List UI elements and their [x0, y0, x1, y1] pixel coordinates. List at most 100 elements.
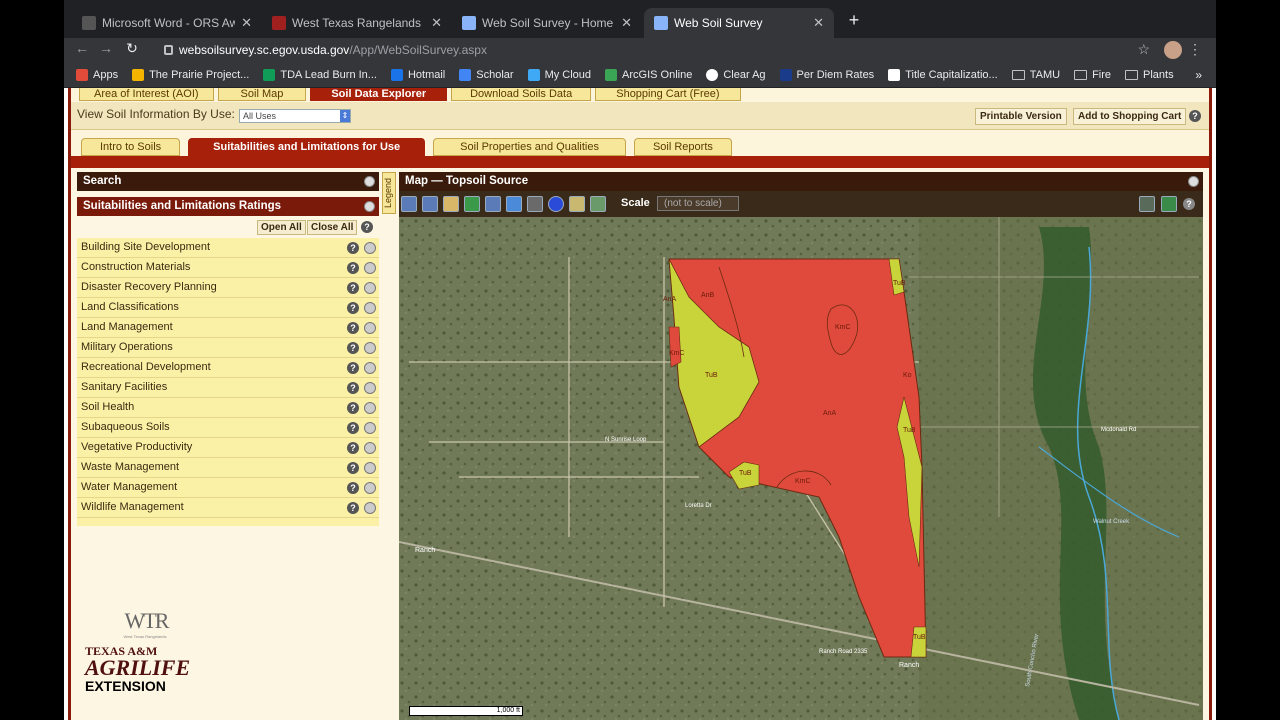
zoom-extent-icon[interactable]: [464, 196, 480, 212]
rating-category[interactable]: Waste Management?: [77, 458, 379, 478]
tab-intro-to-soils[interactable]: Intro to Soils: [81, 138, 181, 156]
bookmark-star-icon[interactable]: ☆: [1137, 41, 1150, 58]
previous-extent-icon[interactable]: [506, 196, 522, 212]
legend-tab[interactable]: Legend: [382, 172, 396, 214]
tab-soil-reports[interactable]: Soil Reports: [633, 138, 732, 156]
forward-icon[interactable]: →: [96, 40, 116, 56]
menu-kebab-icon[interactable]: ⋮: [1188, 41, 1202, 58]
zoom-in-icon[interactable]: [401, 196, 417, 212]
bookmark-fire[interactable]: Fire: [1074, 69, 1111, 81]
help-icon[interactable]: ?: [347, 282, 359, 294]
rating-category[interactable]: Sanitary Facilities?: [77, 378, 379, 398]
help-icon[interactable]: ?: [347, 322, 359, 334]
rating-category[interactable]: Water Management?: [77, 478, 379, 498]
zoom-out-icon[interactable]: [422, 196, 438, 212]
expand-icon[interactable]: [364, 462, 376, 474]
expand-icon[interactable]: [364, 442, 376, 454]
help-icon[interactable]: ?: [347, 382, 359, 394]
help-icon[interactable]: ?: [347, 422, 359, 434]
scale-select[interactable]: (not to scale): [657, 196, 739, 211]
aoi-icon[interactable]: [485, 196, 501, 212]
bookmark-title[interactable]: Title Capitalizatio...: [888, 68, 998, 81]
tab-download[interactable]: Download Soils Data: [451, 88, 592, 101]
close-icon[interactable]: ✕: [813, 15, 824, 31]
rating-category[interactable]: Soil Health?: [77, 398, 379, 418]
rating-category[interactable]: Construction Materials?: [77, 258, 379, 278]
bookmark-mycloud[interactable]: My Cloud: [527, 68, 591, 81]
close-icon[interactable]: ✕: [431, 15, 442, 31]
rating-category[interactable]: Subaqueous Soils?: [77, 418, 379, 438]
help-icon[interactable]: ?: [347, 362, 359, 374]
help-icon[interactable]: ?: [1183, 198, 1195, 210]
reload-icon[interactable]: ↻: [122, 40, 142, 57]
tab-aoi[interactable]: Area of Interest (AOI): [79, 88, 214, 101]
rating-category[interactable]: Disaster Recovery Planning?: [77, 278, 379, 298]
tab-wss-home[interactable]: Web Soil Survey - Home ✕: [452, 8, 642, 38]
ratings-header[interactable]: Suitabilities and Limitations Ratings: [77, 197, 379, 216]
next-extent-icon[interactable]: [527, 196, 543, 212]
help-icon[interactable]: ?: [347, 262, 359, 274]
expand-icon[interactable]: [364, 242, 376, 254]
help-icon[interactable]: ?: [347, 482, 359, 494]
rating-category[interactable]: Land Management?: [77, 318, 379, 338]
measure-icon[interactable]: [569, 196, 585, 212]
bookmark-clearag[interactable]: Clear Ag: [706, 68, 766, 81]
expand-icon[interactable]: [364, 402, 376, 414]
rating-category[interactable]: Recreational Development?: [77, 358, 379, 378]
help-icon[interactable]: ?: [347, 242, 359, 254]
expand-icon[interactable]: [364, 382, 376, 394]
tab-soil-properties[interactable]: Soil Properties and Qualities: [433, 138, 626, 156]
rating-category[interactable]: Building Site Development?: [77, 238, 379, 258]
open-all-button[interactable]: Open All: [257, 220, 306, 235]
bookmark-hotmail[interactable]: Hotmail: [390, 68, 445, 81]
close-icon[interactable]: ✕: [241, 15, 252, 31]
help-icon[interactable]: ?: [361, 221, 373, 233]
address-bar[interactable]: websoilsurvey.sc.egov.usda.gov/App/WebSo…: [164, 39, 1144, 61]
help-icon[interactable]: ?: [347, 462, 359, 474]
bookmark-apps[interactable]: Apps: [76, 68, 118, 81]
bookmark-plants[interactable]: Plants: [1125, 69, 1174, 81]
tab-suitabilities[interactable]: Suitabilities and Limitations for Use: [188, 138, 426, 156]
expand-icon[interactable]: [364, 342, 376, 354]
profile-avatar[interactable]: [1164, 41, 1182, 59]
help-icon[interactable]: ?: [347, 442, 359, 454]
collapse-icon[interactable]: [364, 201, 375, 212]
soil-poly-tub-se[interactable]: [910, 626, 927, 658]
search-header[interactable]: Search: [77, 172, 379, 191]
bookmark-perdiem[interactable]: Per Diem Rates: [779, 68, 874, 81]
aerial-map[interactable]: AnA AnB KmC KmC TuB AnA TuB KmC TuB TuB …: [399, 217, 1203, 720]
help-icon[interactable]: ?: [347, 342, 359, 354]
help-icon[interactable]: ?: [347, 302, 359, 314]
tab-wss[interactable]: Web Soil Survey ✕: [644, 8, 834, 38]
use-select[interactable]: All Uses ⇕: [239, 109, 351, 123]
bookmark-arcgis[interactable]: ArcGIS Online: [605, 68, 692, 81]
soil-poly-kmc-west[interactable]: [668, 326, 682, 368]
bookmark-tamu[interactable]: TAMU: [1011, 69, 1060, 81]
map-view[interactable]: AnA AnB KmC KmC TuB AnA TuB KmC TuB TuB …: [399, 217, 1203, 720]
back-icon[interactable]: ←: [72, 40, 92, 56]
expand-icon[interactable]: [364, 482, 376, 494]
help-icon[interactable]: ?: [347, 502, 359, 514]
bookmark-tda[interactable]: TDA Lead Burn In...: [263, 68, 377, 81]
tab-west-texas[interactable]: West Texas Rangelands | We h ✕: [262, 8, 452, 38]
pan-hand-icon[interactable]: [443, 196, 459, 212]
help-icon[interactable]: ?: [347, 402, 359, 414]
rating-category[interactable]: Wildlife Management?: [77, 498, 379, 518]
expand-icon[interactable]: [364, 322, 376, 334]
bookmark-scholar[interactable]: Scholar: [459, 68, 514, 81]
print-map-icon[interactable]: [590, 196, 606, 212]
tab-word[interactable]: Microsoft Word - ORS Award N ✕: [72, 8, 262, 38]
tab-shopping-cart[interactable]: Shopping Cart (Free): [595, 88, 741, 101]
rating-category[interactable]: Land Classifications?: [77, 298, 379, 318]
expand-icon[interactable]: [364, 302, 376, 314]
identify-info-icon[interactable]: [548, 196, 564, 212]
help-icon[interactable]: ?: [1189, 110, 1201, 122]
bookmark-prairie[interactable]: The Prairie Project...: [132, 68, 249, 81]
collapse-icon[interactable]: [1188, 176, 1199, 187]
close-all-button[interactable]: Close All: [307, 220, 358, 235]
expand-icon[interactable]: [364, 362, 376, 374]
expand-icon[interactable]: [364, 262, 376, 274]
expand-icon[interactable]: [364, 282, 376, 294]
expand-icon[interactable]: [364, 422, 376, 434]
tab-soil-data-explorer[interactable]: Soil Data Explorer: [310, 88, 448, 101]
